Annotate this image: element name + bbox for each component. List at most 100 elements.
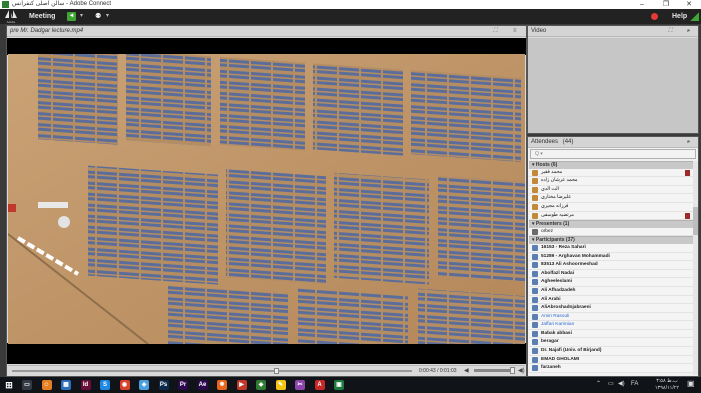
host-row[interactable]: الت الدي [529,185,693,195]
attendee-name: مرتضیه طوسفی [541,212,574,218]
host-row[interactable]: مرتضیه طوسفی [529,211,693,221]
maximize-button[interactable]: ❐ [654,0,678,9]
participant-row[interactable]: EMAD GHOLAMI [529,355,693,365]
participant-row[interactable]: Jaffari Karimian [529,321,693,330]
camera-chevron-down-icon[interactable]: ▾ [106,11,109,22]
participant-user-icon [532,270,538,277]
video-pod-menu-icon[interactable]: ▸ [687,26,690,37]
participant-row[interactable]: Ali Afhadzadeh [529,286,693,296]
help-menu[interactable]: Help [672,9,687,24]
speaker-chevron-down-icon[interactable]: ▾ [80,11,83,22]
presenter-row[interactable]: orbez [529,227,693,237]
fullscreen-icon[interactable]: ⛶ [493,26,497,37]
attendee-name: Ali Arabi [541,296,561,302]
participant-user-icon [532,322,538,329]
sticky-notes-icon[interactable]: ✎ [275,380,286,390]
attendee-name: محمد عرشان زاده [541,178,578,184]
attendees-pod-menu-icon[interactable]: ▸ [687,137,690,148]
after-effects-icon[interactable]: Ae [197,380,208,390]
participant-user-icon [532,244,538,251]
attendee-scrollbar[interactable] [693,161,698,375]
media-player-icon[interactable]: ▶ [236,380,247,390]
minimize-button[interactable]: – [630,0,654,9]
acrobat-icon[interactable]: A [314,380,325,390]
camera-icon[interactable]: ⚉ [95,12,104,21]
participant-row[interactable]: Babak abbasi [529,329,693,339]
maps-app-icon[interactable]: ◈ [139,380,149,390]
volume-slider[interactable] [474,369,514,372]
attendee-search-input[interactable]: Q ▾ [530,149,696,159]
video-player[interactable] [8,54,525,344]
solar-farm-aerial-image [8,54,525,344]
attendee-list: ▾ Hosts (6) محمد فقير محمد عرشان زاده الت … [529,161,693,375]
presenters-category[interactable]: ▾ Presenters (1) [529,220,693,228]
premiere-icon[interactable]: Pr [178,380,188,390]
raised-hand-icon [685,169,690,176]
participant-user-icon [532,253,538,260]
hosts-label: Hosts (6) [535,162,558,168]
participant-row[interactable]: 16153 - Reza Sahari [529,243,693,253]
firefox-icon[interactable]: ✹ [217,380,227,390]
participant-row[interactable]: Agheeleslami [529,278,693,287]
hosts-category[interactable]: ▾ Hosts (6) [529,161,693,169]
start-button-icon[interactable]: ⊞ [4,380,14,390]
windows-taskbar: ⊞ ▭ ☺ ▦ Id S ◉ ◈ Ps Pr Ae ✹ ▶ ◆ ✎ ✂ A ▣ ⌃ ▭ ◀) FA ۴:۵۸ ب… [0,377,701,393]
participant-row[interactable]: 83513 Ali Ashoormeshad [529,261,693,270]
host-row[interactable]: محمد فقير [529,168,693,178]
volume-knob[interactable] [510,367,515,374]
notification-center-icon[interactable]: ▣ [687,380,695,388]
host-row[interactable]: عليرضا مختاري [529,194,693,203]
recording-indicator-icon[interactable] [651,13,658,20]
network-icon[interactable]: ▭ [608,381,614,388]
hand-app-icon[interactable]: ☺ [41,380,52,390]
attendee-name: Agheeleslami [541,279,572,285]
host-row[interactable]: محمد عرشان زاده [529,177,693,186]
participant-user-icon [532,279,538,286]
close-button[interactable]: ✕ [677,0,701,9]
indesign-icon[interactable]: Id [80,380,91,390]
playback-scrubber[interactable] [274,368,279,374]
keyboard-language[interactable]: FA [631,381,638,388]
photoshop-icon[interactable]: Ps [158,380,169,390]
attendee-name: beragar [541,339,559,345]
attendee-name: farzaneh [541,365,561,371]
adobe-logo-icon: Adobe [4,10,18,24]
attendees-pod-title: Attendees [531,139,559,145]
adobe-connect-icon[interactable]: ▣ [334,380,344,390]
playback-track[interactable] [12,370,412,372]
clock[interactable]: ۴:۵۸ ب.ظ ۱۳۹۸/۱۱/۲۲ [648,378,686,392]
task-view-icon[interactable]: ▭ [22,380,32,390]
participant-row[interactable]: Abolfazl Nadai [529,269,693,279]
attendee-scrollbar-thumb[interactable] [693,207,698,235]
speaker-icon[interactable]: ◄ [67,12,76,21]
participant-row[interactable]: beragar [529,338,693,348]
participant-row[interactable]: 51289 - Arghavan Mohammadi [529,252,693,262]
participant-row[interactable]: Amin Rasouli [529,312,693,322]
camtasia-icon[interactable]: ◆ [256,380,266,390]
clock-time: ۴:۵۸ ب.ظ [656,378,678,384]
volume-high-icon[interactable]: ◀) [518,366,525,376]
attendee-name: 16153 - Reza Sahari [541,244,586,250]
host-row[interactable]: فرزانه مجيري [529,202,693,212]
video-fullscreen-icon[interactable]: ⛶ [668,26,672,37]
volume-tray-icon[interactable]: ◀) [618,381,625,388]
skype-icon[interactable]: S [100,380,110,390]
files-app-icon[interactable]: ▦ [61,380,71,390]
participant-user-icon [532,330,538,337]
snip-tool-icon[interactable]: ✂ [295,380,305,390]
attendee-name: Babak abbasi [541,330,572,336]
attendee-name: الت الدي [541,186,559,192]
tray-chevron-icon[interactable]: ⌃ [596,381,601,388]
participant-row[interactable]: AliAbroshadnjabraeni [529,304,693,313]
participant-row[interactable]: Ali Arabi [529,295,693,305]
participant-user-icon [532,356,538,363]
meeting-menu[interactable]: Meeting [29,9,55,24]
pod-menu-icon[interactable]: ≡ [513,26,517,37]
chrome-icon[interactable]: ◉ [119,380,130,390]
participants-category[interactable]: ▾ Participants (37) [529,236,693,244]
presenter-user-icon [532,228,538,235]
volume-low-icon[interactable]: ◀ [464,366,469,376]
window-title: سالن اصلی کنفرانس - Adobe Connect [12,1,112,7]
participant-row[interactable]: farzaneh [529,364,693,373]
participant-row[interactable]: Dr. Najafi (Univ. of Birjand) [529,347,693,356]
